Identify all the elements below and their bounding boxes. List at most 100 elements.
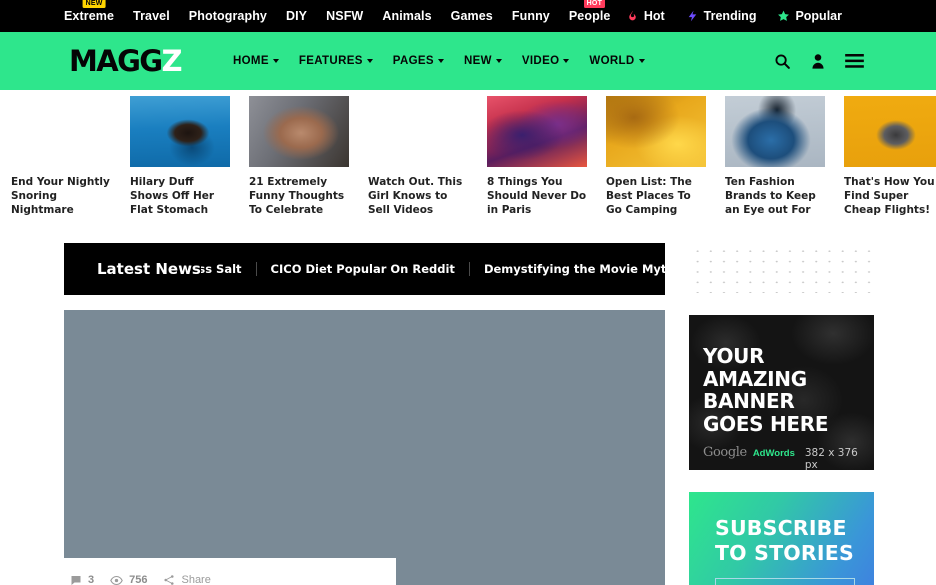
topnav-item-nsfw[interactable]: NSFW [326, 9, 363, 23]
filter-popular-label: Popular [795, 9, 842, 23]
share-icon [164, 575, 175, 585]
filter-popular[interactable]: Popular [777, 9, 842, 23]
top-bar: NEW Extreme Travel Photography DIY NSFW … [0, 0, 936, 32]
filter-trending[interactable]: Trending [686, 9, 757, 23]
site-logo[interactable]: MAGGZ [69, 43, 183, 78]
topnav-item-extreme[interactable]: NEW Extreme [64, 0, 115, 23]
topnav-item-photography[interactable]: Photography [189, 9, 267, 23]
story-caption: Hilary Duff Shows Off Her Flat Stomach [130, 176, 215, 216]
nav-item-new[interactable]: NEW [464, 55, 502, 67]
subscribe-title-line-2: TO STORIES [715, 541, 854, 565]
comments-meta[interactable]: 3 [70, 574, 94, 585]
ad-size-label: 382 x 376 px [804, 447, 858, 470]
hero-post[interactable]: 3 756 Share [64, 310, 665, 585]
share-action[interactable]: Share [163, 574, 211, 585]
comment-icon [71, 576, 81, 585]
news-ticker: , Less Salt CICO Diet Popular On Reddit … [201, 262, 665, 276]
views-meta: 756 [110, 574, 147, 585]
story-thumbnail-woman-on-yellow-wall[interactable] [844, 96, 936, 167]
subscribe-title: SUBSCRIBE TO STORIES [715, 516, 874, 566]
hero-image-two-foxes-snarling-in-snow [64, 310, 665, 585]
search-icon[interactable] [774, 53, 791, 70]
new-badge: NEW [82, 0, 106, 8]
story-thumbnail-yellow-flower-petals[interactable] [606, 96, 706, 167]
ticker-item[interactable]: , Less Salt [201, 262, 256, 276]
subscribe-widget: SUBSCRIBE TO STORIES [689, 492, 874, 585]
story-card[interactable]: Watch Out. This Girl Knows to Sell Video… [368, 96, 468, 217]
nav-item-home[interactable]: HOME [233, 55, 279, 67]
ticker-item[interactable]: Demystifying the Movie Myths [468, 262, 665, 276]
email-field[interactable] [715, 578, 855, 585]
banner-line-4: GOES HERE [703, 411, 829, 436]
nav-item-features[interactable]: FEATURES [299, 55, 373, 67]
site-header: MAGGZ HOME FEATURES PAGES NEW VIDEO WORL… [0, 32, 936, 90]
story-thumbnail-red-purple-paint-swirl[interactable] [487, 96, 587, 167]
filter-hot[interactable]: Hot [626, 9, 665, 23]
nav-label: FEATURES [298, 55, 363, 67]
nav-item-video[interactable]: VIDEO [522, 55, 570, 67]
topnav-label: People [568, 9, 611, 23]
story-card[interactable]: Ten Fashion Brands to Keep an Eye out Fo… [725, 96, 825, 217]
chevron-down-icon [495, 59, 502, 63]
advertisement-banner[interactable]: YOUR AMAZING BANNER GOES HERE Google AdW… [689, 315, 874, 470]
topnav-label: Extreme [64, 9, 115, 23]
filter-hot-label: Hot [643, 9, 665, 23]
chevron-down-icon [563, 59, 570, 63]
nav-label: PAGES [392, 55, 434, 67]
filter-trending-label: Trending [703, 9, 757, 23]
chevron-down-icon [638, 59, 645, 63]
story-caption: That's How You Find Super Cheap Flights! [844, 176, 935, 216]
hero-meta-card: 3 756 Share [64, 558, 396, 585]
story-card[interactable]: That's How You Find Super Cheap Flights! [844, 96, 936, 217]
story-thumbnail-man-hand-on-face[interactable] [249, 96, 349, 167]
nav-label: HOME [232, 55, 269, 67]
story-thumbnail-magazine-spread[interactable] [11, 96, 111, 167]
sidebar: YOUR AMAZING BANNER GOES HERE Google AdW… [689, 243, 874, 585]
story-card[interactable]: 8 Things You Should Never Do in Paris [487, 96, 587, 217]
hot-badge: HOT [583, 0, 606, 8]
topnav-item-diy[interactable]: DIY [286, 9, 307, 23]
topnav-item-games[interactable]: Games [451, 9, 493, 23]
story-card[interactable]: Open List: The Best Places To Go Camping [606, 96, 706, 217]
logo-text-dark: MAGG [69, 43, 163, 78]
chevron-down-icon [272, 59, 279, 63]
featured-stories-strip: End Your Nightly Snoring Nightmare Hilar… [11, 90, 936, 217]
nav-item-world[interactable]: WORLD [589, 55, 645, 67]
story-thumbnail-rock-in-blue-sea[interactable] [130, 96, 230, 167]
flame-icon [629, 10, 636, 21]
story-thumbnail-blue-shirt-silhouette[interactable] [725, 96, 825, 167]
topnav-item-animals[interactable]: Animals [382, 9, 431, 23]
story-card[interactable]: 21 Extremely Funny Thoughts To Celebrate [249, 96, 349, 217]
nav-item-pages[interactable]: PAGES [393, 55, 444, 67]
content-area: Latest News , Less Salt CICO Diet Popula… [0, 243, 936, 585]
story-card[interactable]: Hilary Duff Shows Off Her Flat Stomach [130, 96, 230, 217]
story-caption: Ten Fashion Brands to Keep an Eye out Fo… [725, 176, 816, 216]
decorative-dot-grid [689, 243, 874, 293]
top-category-nav: NEW Extreme Travel Photography DIY NSFW … [64, 0, 611, 23]
topnav-item-funny[interactable]: Funny [512, 9, 550, 23]
comment-count: 3 [88, 574, 95, 585]
nav-label: VIDEO [521, 55, 560, 67]
story-caption: 21 Extremely Funny Thoughts To Celebrate [249, 176, 345, 216]
main-column: Latest News , Less Salt CICO Diet Popula… [64, 243, 665, 585]
story-caption: Open List: The Best Places To Go Camping [606, 176, 692, 216]
topnav-item-travel[interactable]: Travel [133, 9, 170, 23]
nav-label: NEW [463, 55, 492, 67]
topnav-item-people[interactable]: HOT People [568, 0, 611, 23]
user-icon[interactable] [811, 53, 825, 69]
subscribe-title-line-1: SUBSCRIBE [715, 516, 847, 540]
latest-news-label: Latest News [97, 260, 201, 278]
ticker-item[interactable]: CICO Diet Popular On Reddit [255, 262, 469, 276]
header-actions [774, 53, 920, 70]
banner-headline: YOUR AMAZING BANNER GOES HERE [703, 345, 874, 435]
share-label: Share [181, 574, 211, 585]
adwords-label: AdWords [752, 448, 795, 459]
star-icon [778, 10, 790, 21]
banner-line-2: AMAZING [703, 366, 807, 391]
story-caption: End Your Nightly Snoring Nightmare [11, 176, 110, 216]
story-caption: 8 Things You Should Never Do in Paris [487, 176, 587, 216]
story-card[interactable]: End Your Nightly Snoring Nightmare [11, 96, 111, 217]
story-thumbnail-modern-living-room[interactable] [368, 96, 468, 167]
hamburger-menu-icon[interactable] [845, 54, 864, 68]
view-count: 756 [129, 574, 148, 585]
